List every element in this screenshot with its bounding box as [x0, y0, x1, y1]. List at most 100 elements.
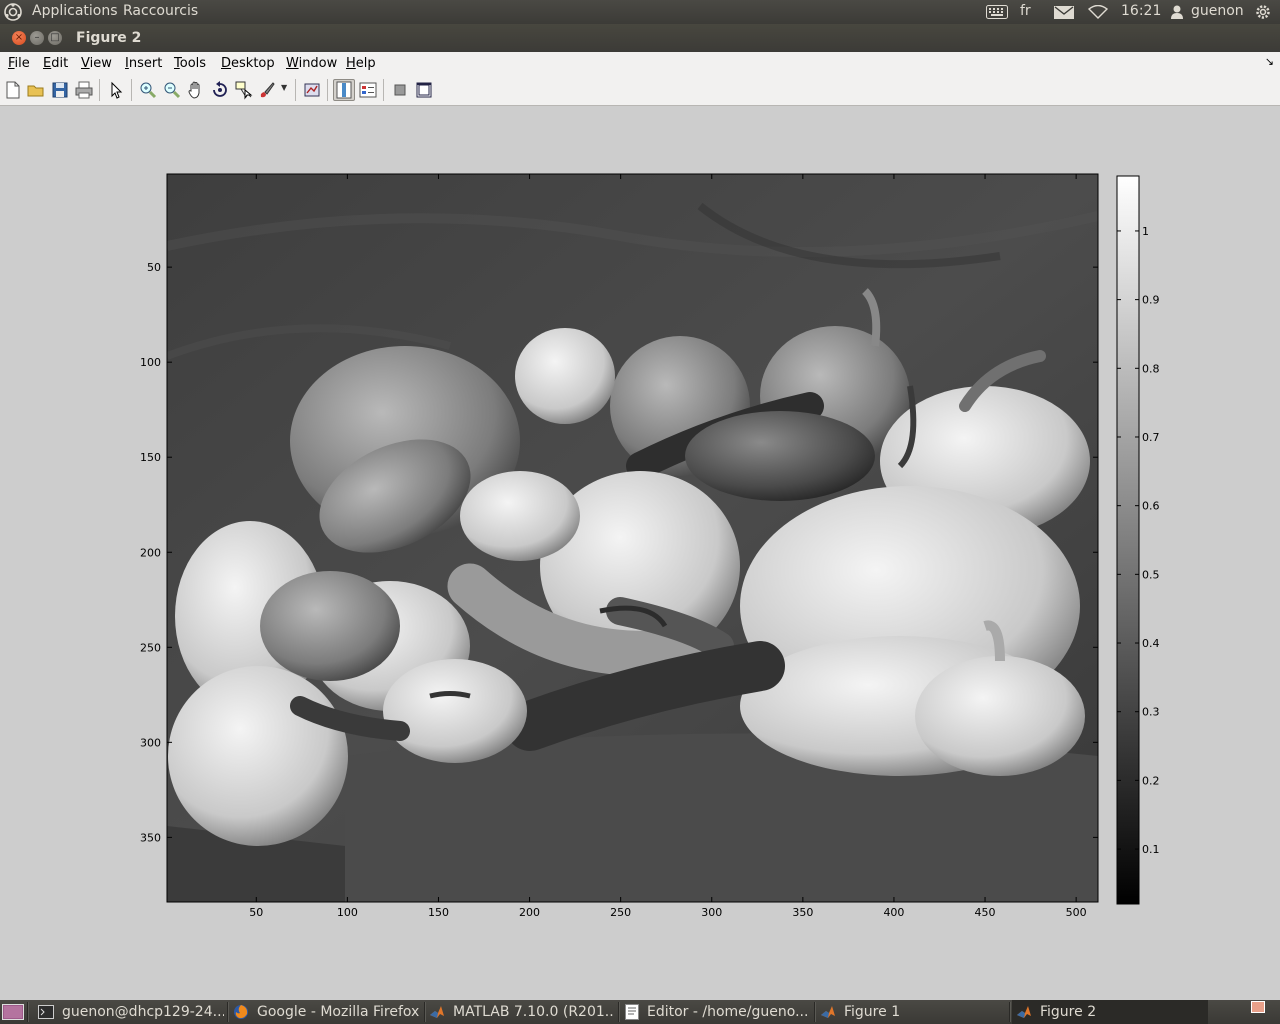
task-label: MATLAB 7.10.0 (R201...: [453, 1004, 615, 1020]
mail-icon[interactable]: [1054, 6, 1074, 19]
x-tick-label: 350: [792, 906, 813, 919]
colorbar-tick-label: 0.9: [1142, 294, 1160, 307]
colorbar-tick-label: 0.8: [1142, 362, 1160, 375]
zoom-in-icon[interactable]: [138, 80, 158, 100]
applications-menu[interactable]: Applications: [32, 3, 118, 19]
top-panel: Applications Raccourcis fr 16:21 guenon: [0, 0, 1280, 24]
close-window-button[interactable]: ×: [12, 31, 26, 45]
menu-insert[interactable]: Insert: [125, 56, 162, 71]
y-tick-label: 100: [140, 356, 161, 369]
figure-canvas[interactable]: 50 100 150 200 250 300 350 400 450 500 50 100 150 20…: [0, 106, 1280, 1000]
print-icon[interactable]: [74, 80, 94, 100]
brush-icon[interactable]: [257, 80, 277, 100]
toolbar-separator: [327, 79, 328, 101]
toolbar-separator: [131, 79, 132, 101]
x-tick-label: 50: [249, 906, 263, 919]
window-title: Figure 2: [76, 30, 142, 46]
menu-bar: File Edit View Insert Tools Desktop Wind…: [0, 52, 1280, 75]
taskbar-separator: [27, 1002, 29, 1022]
task-label: Figure 1: [844, 1004, 901, 1020]
y-tick-label: 50: [147, 261, 161, 274]
colorbar-tick-label: 0.5: [1142, 568, 1160, 581]
x-tick-label: 300: [701, 906, 722, 919]
user-icon: [1171, 5, 1183, 19]
link-plot-icon[interactable]: [302, 80, 322, 100]
task-label: Figure 2: [1040, 1004, 1097, 1020]
y-tick-label: 300: [140, 736, 161, 749]
x-tick-label: 400: [883, 906, 904, 919]
matlab-icon: [1017, 1006, 1031, 1018]
matlab-icon: [821, 1006, 835, 1018]
trash-icon[interactable]: [1251, 1001, 1265, 1013]
brush-dropdown-arrow-icon[interactable]: ▼: [281, 83, 289, 103]
task-editor[interactable]: Editor - /home/gueno...: [625, 1000, 815, 1024]
pan-hand-icon[interactable]: [186, 80, 206, 100]
toolbar-separator: [383, 79, 384, 101]
menu-help[interactable]: Help: [346, 56, 376, 71]
y-tick-label: 350: [140, 831, 161, 844]
matlab-icon: [430, 1006, 444, 1018]
clock[interactable]: 16:21: [1121, 3, 1161, 19]
hide-plot-tools-icon[interactable]: [390, 80, 410, 100]
task-label: guenon@dhcp129-24...: [62, 1004, 224, 1020]
task-label: Google - Mozilla Firefox: [257, 1004, 420, 1020]
network-wifi-icon[interactable]: [1088, 5, 1108, 19]
raccourcis-menu[interactable]: Raccourcis: [123, 3, 198, 19]
task-matlab[interactable]: MATLAB 7.10.0 (R201...: [429, 1000, 615, 1024]
x-tick-label: 450: [975, 906, 996, 919]
x-tick-label: 100: [337, 906, 358, 919]
dock-figure-arrow-icon[interactable]: ↘: [1265, 55, 1274, 68]
y-tick-label: 200: [140, 546, 161, 559]
taskbar: guenon@dhcp129-24... Google - Mozilla Fi…: [0, 1000, 1280, 1024]
open-file-icon[interactable]: [26, 80, 46, 100]
keyboard-icon[interactable]: [986, 5, 1008, 19]
taskbar-separator: [814, 1002, 816, 1022]
show-desktop-icon[interactable]: [2, 1004, 24, 1020]
colorbar-tick-label: 0.4: [1142, 637, 1160, 650]
save-icon[interactable]: [50, 80, 70, 100]
colorbar[interactable]: [1116, 175, 1140, 905]
task-terminal[interactable]: guenon@dhcp129-24...: [38, 1000, 224, 1024]
image-plot[interactable]: [167, 174, 1098, 902]
terminal-icon: [38, 1005, 54, 1019]
taskbar-separator: [618, 1002, 620, 1022]
task-figure-1[interactable]: Figure 1: [820, 1000, 1008, 1024]
edit-plot-pointer-icon[interactable]: [106, 80, 126, 100]
menu-desktop[interactable]: Desktop: [221, 56, 275, 71]
colorbar-tick-label: 0.1: [1142, 843, 1160, 856]
firefox-icon: [234, 1005, 248, 1019]
toolbar-separator: [295, 79, 296, 101]
y-tick-label: 150: [140, 451, 161, 464]
window-title-bar[interactable]: × – □ Figure 2: [0, 24, 1280, 52]
menu-edit[interactable]: Edit: [43, 56, 68, 71]
maximize-window-button[interactable]: □: [48, 31, 62, 45]
new-figure-icon[interactable]: [3, 80, 23, 100]
x-tick-label: 150: [428, 906, 449, 919]
menu-file[interactable]: File: [8, 56, 30, 71]
colorbar-icon[interactable]: [333, 79, 355, 101]
toolbar-separator: [99, 79, 100, 101]
figure-svg: 50 100 150 200 250 300 350 400 450 500 50 100 150 20…: [140, 173, 1160, 919]
task-figure-2[interactable]: Figure 2: [1012, 1000, 1208, 1024]
ubuntu-logo-icon[interactable]: [4, 3, 22, 21]
colorbar-tick-label: 0.3: [1142, 706, 1160, 719]
data-cursor-icon[interactable]: [234, 80, 254, 100]
y-tick-label: 250: [140, 641, 161, 654]
zoom-out-icon[interactable]: [162, 80, 182, 100]
rotate-3d-icon[interactable]: [210, 80, 230, 100]
task-firefox[interactable]: Google - Mozilla Firefox: [233, 1000, 423, 1024]
keyboard-layout-indicator[interactable]: fr: [1020, 3, 1031, 19]
x-tick-label: 500: [1066, 906, 1087, 919]
colorbar-tick-label: 0.7: [1142, 431, 1160, 444]
x-tick-label: 200: [519, 906, 540, 919]
minimize-window-button[interactable]: –: [30, 31, 44, 45]
menu-view[interactable]: View: [81, 56, 112, 71]
x-tick-label: 250: [610, 906, 631, 919]
show-plot-tools-icon[interactable]: [414, 80, 434, 100]
menu-tools[interactable]: Tools: [174, 56, 206, 71]
legend-icon[interactable]: [358, 80, 378, 100]
session-gear-icon[interactable]: [1254, 3, 1272, 21]
menu-window[interactable]: Window: [286, 56, 337, 71]
figure-toolbar: ▼: [0, 75, 1280, 106]
user-name[interactable]: guenon: [1191, 3, 1244, 19]
